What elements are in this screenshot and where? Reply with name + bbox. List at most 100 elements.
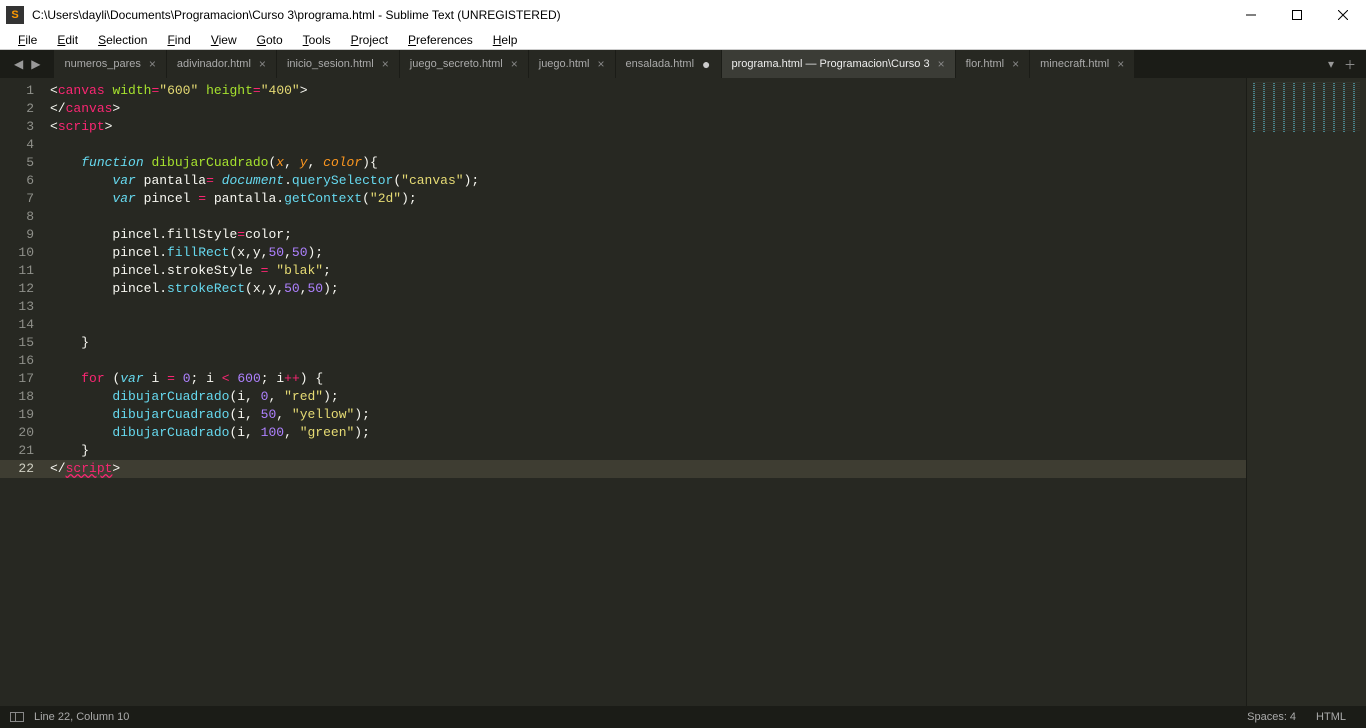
tab-row: ◀ ▶ numeros_pares×adivinador.html×inicio…: [0, 50, 1366, 78]
tab-close-icon[interactable]: ×: [259, 57, 266, 71]
close-button[interactable]: [1320, 0, 1366, 30]
tab-close-icon[interactable]: ×: [1012, 57, 1019, 71]
minimize-button[interactable]: [1228, 0, 1274, 30]
line-number[interactable]: 6: [12, 172, 34, 190]
tab[interactable]: programa.html — Programacion\Curso 3 ×: [722, 50, 956, 78]
panel-icon[interactable]: [10, 712, 24, 722]
line-number[interactable]: 10: [12, 244, 34, 262]
line-number[interactable]: 13: [12, 298, 34, 316]
code-line[interactable]: </script>: [42, 460, 1246, 478]
tab-close-icon[interactable]: ×: [1117, 57, 1124, 71]
nav-left-icon[interactable]: ◀: [14, 57, 23, 71]
line-number[interactable]: 8: [12, 208, 34, 226]
tab-label: numeros_pares: [64, 58, 140, 70]
tab-label: minecraft.html: [1040, 58, 1109, 70]
line-gutter[interactable]: 12345678910111213141516171819202122: [0, 78, 42, 706]
tab[interactable]: juego_secreto.html×: [400, 50, 529, 78]
new-tab-icon[interactable]: ＋: [1344, 56, 1356, 73]
menu-file[interactable]: File: [8, 33, 47, 47]
tab[interactable]: inicio_sesion.html×: [277, 50, 400, 78]
code-line[interactable]: function dibujarCuadrado(x, y, color){: [42, 154, 1246, 172]
syntax-mode[interactable]: HTML: [1306, 711, 1356, 723]
code-line[interactable]: [42, 352, 1246, 370]
line-number[interactable]: 22: [0, 460, 42, 478]
line-number[interactable]: 18: [12, 388, 34, 406]
indent-setting[interactable]: Spaces: 4: [1237, 711, 1306, 723]
code-line[interactable]: [42, 208, 1246, 226]
line-number[interactable]: 4: [12, 136, 34, 154]
code-line[interactable]: pincel.strokeRect(x,y,50,50);: [42, 280, 1246, 298]
app-icon: S: [6, 6, 24, 24]
menu-preferences[interactable]: Preferences: [398, 33, 483, 47]
line-number[interactable]: 15: [12, 334, 34, 352]
code-line[interactable]: pincel.strokeStyle = "blak";: [42, 262, 1246, 280]
status-bar: Line 22, Column 10 Spaces: 4 HTML: [0, 706, 1366, 728]
line-number[interactable]: 5: [12, 154, 34, 172]
cursor-position[interactable]: Line 22, Column 10: [34, 711, 129, 723]
line-number[interactable]: 1: [12, 82, 34, 100]
code-line[interactable]: dibujarCuadrado(i, 100, "green");: [42, 424, 1246, 442]
dirty-indicator-icon: ●: [702, 56, 710, 72]
code-line[interactable]: </canvas>: [42, 100, 1246, 118]
menu-edit[interactable]: Edit: [47, 33, 88, 47]
status-left: Line 22, Column 10: [10, 711, 129, 723]
tab[interactable]: flor.html ×: [956, 50, 1031, 78]
line-number[interactable]: 2: [12, 100, 34, 118]
tab-nav-arrows[interactable]: ◀ ▶: [0, 50, 54, 78]
tab-close-icon[interactable]: ×: [382, 57, 389, 71]
line-number[interactable]: 12: [12, 280, 34, 298]
line-number[interactable]: 19: [12, 406, 34, 424]
code-line[interactable]: }: [42, 334, 1246, 352]
window-controls: [1228, 0, 1366, 30]
code-line[interactable]: var pincel = pantalla.getContext("2d");: [42, 190, 1246, 208]
code-editor[interactable]: <canvas width="600" height="400"></canva…: [42, 78, 1246, 706]
tab[interactable]: adivinador.html ×: [167, 50, 277, 78]
tab-close-icon[interactable]: ×: [149, 57, 156, 71]
tab-close-icon[interactable]: ×: [598, 57, 605, 71]
line-number[interactable]: 3: [12, 118, 34, 136]
tab[interactable]: numeros_pares ×: [54, 50, 166, 78]
title-bar: S C:\Users\dayli\Documents\Programacion\…: [0, 0, 1366, 30]
editor-area: 12345678910111213141516171819202122 <can…: [0, 78, 1366, 706]
code-line[interactable]: [42, 136, 1246, 154]
maximize-button[interactable]: [1274, 0, 1320, 30]
menu-project[interactable]: Project: [341, 33, 398, 47]
tab[interactable]: ensalada.html●: [616, 50, 722, 78]
line-number[interactable]: 11: [12, 262, 34, 280]
menu-find[interactable]: Find: [157, 33, 200, 47]
code-line[interactable]: dibujarCuadrado(i, 50, "yellow");: [42, 406, 1246, 424]
tab-close-icon[interactable]: ×: [938, 57, 945, 71]
code-line[interactable]: var pantalla= document.querySelector("ca…: [42, 172, 1246, 190]
line-number[interactable]: 7: [12, 190, 34, 208]
menu-selection[interactable]: Selection: [88, 33, 157, 47]
tabs-container: numeros_pares×adivinador.html×inicio_ses…: [54, 50, 1317, 78]
code-line[interactable]: <canvas width="600" height="400">: [42, 82, 1246, 100]
tab-label: flor.html: [966, 58, 1005, 70]
tab-label: adivinador.html: [177, 58, 251, 70]
menu-tools[interactable]: Tools: [293, 33, 341, 47]
menu-help[interactable]: Help: [483, 33, 528, 47]
minimap[interactable]: [1246, 78, 1366, 706]
nav-right-icon[interactable]: ▶: [31, 57, 40, 71]
code-line[interactable]: [42, 316, 1246, 334]
line-number[interactable]: 14: [12, 316, 34, 334]
line-number[interactable]: 9: [12, 226, 34, 244]
code-line[interactable]: dibujarCuadrado(i, 0, "red");: [42, 388, 1246, 406]
line-number[interactable]: 17: [12, 370, 34, 388]
code-line[interactable]: [42, 298, 1246, 316]
tab[interactable]: juego.html×: [529, 50, 616, 78]
line-number[interactable]: 20: [12, 424, 34, 442]
line-number[interactable]: 21: [12, 442, 34, 460]
tab-label: programa.html — Programacion\Curso 3: [732, 58, 930, 70]
code-line[interactable]: pincel.fillRect(x,y,50,50);: [42, 244, 1246, 262]
code-line[interactable]: }: [42, 442, 1246, 460]
tab[interactable]: minecraft.html ×: [1030, 50, 1135, 78]
code-line[interactable]: pincel.fillStyle=color;: [42, 226, 1246, 244]
line-number[interactable]: 16: [12, 352, 34, 370]
menu-view[interactable]: View: [201, 33, 247, 47]
code-line[interactable]: for (var i = 0; i < 600; i++) {: [42, 370, 1246, 388]
tab-overflow-icon[interactable]: ▾: [1328, 57, 1334, 71]
code-line[interactable]: <script>: [42, 118, 1246, 136]
menu-goto[interactable]: Goto: [247, 33, 293, 47]
tab-close-icon[interactable]: ×: [511, 57, 518, 71]
